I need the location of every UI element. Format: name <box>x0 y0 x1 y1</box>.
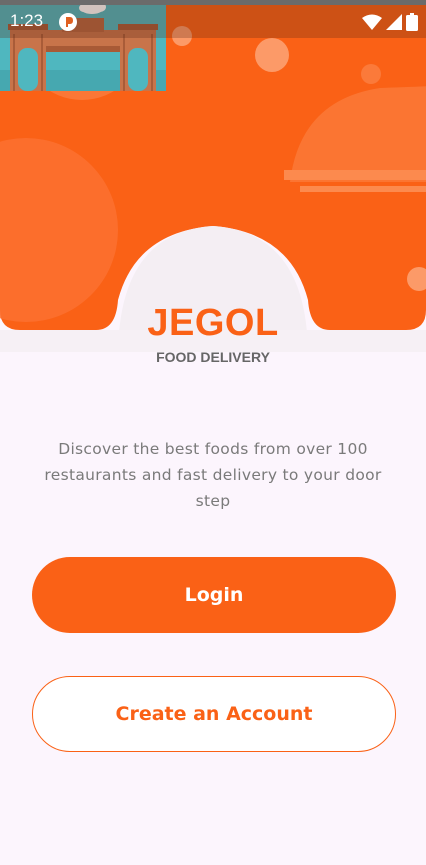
status-bar: 1:23 <box>0 0 426 38</box>
login-button-label: Login <box>184 584 244 606</box>
brand-subtitle: FOOD DELIVERY <box>156 349 270 365</box>
brand-name: JEGOL <box>147 302 279 344</box>
login-button[interactable]: Login <box>32 557 396 633</box>
wifi-icon <box>362 14 382 30</box>
status-icons <box>362 13 418 31</box>
tagline-text: Discover the best foods from over 100 re… <box>44 440 382 510</box>
status-time: 1:23 <box>10 11 44 30</box>
hero-banner <box>0 0 426 352</box>
battery-icon <box>406 13 418 31</box>
notification-app-icon <box>59 13 77 31</box>
signal-icon <box>386 14 402 30</box>
create-account-button-label: Create an Account <box>115 703 313 725</box>
create-account-button[interactable]: Create an Account <box>32 676 396 752</box>
